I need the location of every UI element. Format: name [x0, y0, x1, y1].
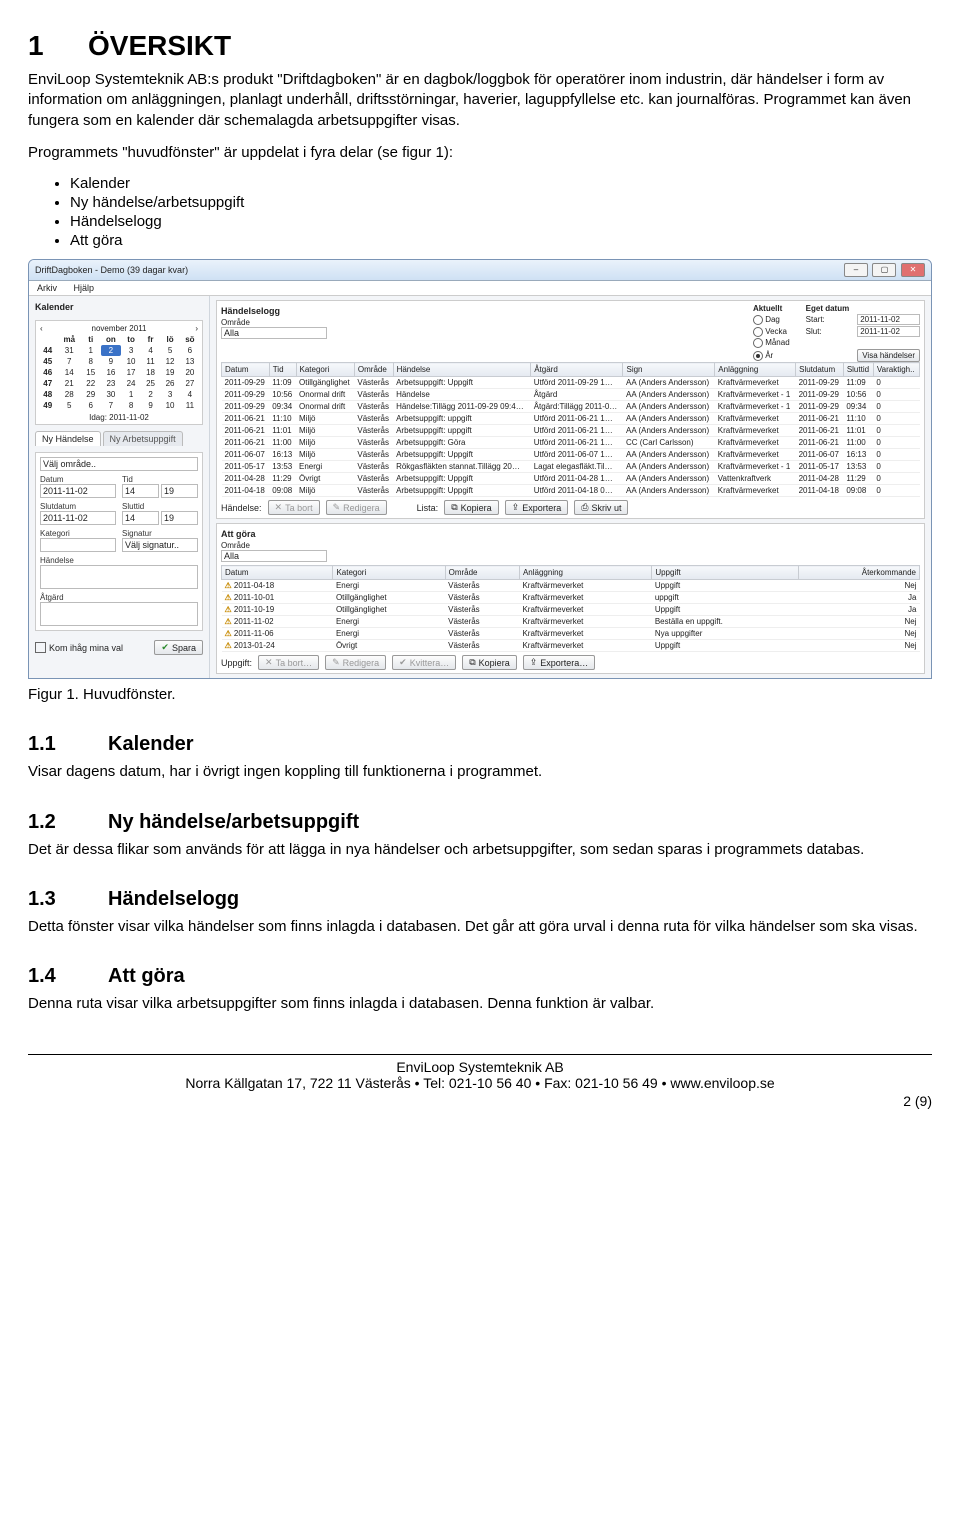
datum-input[interactable]: 2011-11-02 — [40, 484, 116, 498]
tab-ny-arbetsuppgift[interactable]: Ny Arbetsuppgift — [103, 431, 183, 446]
hl-omrade-label: Område — [221, 318, 327, 327]
s14-heading: 1.4Att göra — [28, 965, 932, 988]
maximize-button[interactable]: ▢ — [872, 263, 896, 277]
tid-h-input[interactable]: 14 — [122, 484, 159, 498]
attgora-panel: Att göra Område Alla DatumKategoriOmråde… — [216, 523, 925, 674]
signatur-select[interactable]: Välj signatur.. — [122, 538, 198, 552]
table-row[interactable]: 2011-06-2111:01MiljöVästeråsArbetsuppgif… — [222, 425, 920, 437]
sluttid-h-input[interactable]: 14 — [122, 511, 159, 525]
hl-table[interactable]: DatumTidKategoriOmrådeHändelseÅtgärdSign… — [221, 362, 920, 497]
hl-exportera-button[interactable]: ⇪ Exportera — [505, 500, 569, 515]
hl-tabort-button[interactable]: ✕ Ta bort — [268, 500, 320, 515]
hl-title: Händelselogg — [221, 306, 327, 316]
minimize-button[interactable]: – — [844, 263, 868, 277]
spara-button[interactable]: ✔Spara — [154, 640, 203, 655]
hl-kopiera-button[interactable]: ⧉ Kopiera — [444, 500, 498, 515]
valj-omrade-select[interactable]: Välj område.. — [40, 457, 198, 471]
cal-prev-icon[interactable]: ‹ — [40, 324, 43, 333]
s14-body: Denna ruta visar vilka arbetsuppgifter s… — [28, 994, 932, 1014]
page-number: 2 (9) — [28, 1093, 932, 1109]
table-row[interactable]: 2011-06-2111:10MiljöVästeråsArbetsuppgif… — [222, 413, 920, 425]
menubar: Arkiv Hjälp — [29, 281, 931, 296]
s12-body: Det är dessa flikar som används för att … — [28, 840, 932, 860]
tabs: Ny Händelse Ny Arbetsuppgift — [35, 431, 203, 446]
ag-kvittera-button[interactable]: ✔ Kvittera… — [392, 655, 456, 670]
footer-rule — [28, 1054, 932, 1055]
close-button[interactable]: ✕ — [901, 263, 925, 277]
ag-table[interactable]: DatumKategoriOmrådeAnläggningUppgiftÅter… — [221, 565, 920, 652]
hl-redigera-button[interactable]: ✎ Redigera — [326, 500, 387, 515]
s11-heading: 1.1Kalender — [28, 733, 932, 756]
footer: EnviLoop Systemteknik AB Norra Källgatan… — [28, 1059, 932, 1091]
atgard-label: Åtgärd — [40, 593, 64, 602]
table-row[interactable]: ⚠ 2011-10-19OtillgänglighetVästeråsKraft… — [222, 604, 920, 616]
aktuellt-box: Aktuellt Eget datum Dag Start:2011-11-02… — [753, 304, 920, 362]
sluttid-label: Sluttid — [122, 502, 144, 511]
sluttid-m-input[interactable]: 19 — [161, 511, 198, 525]
slutdatum-label: Slutdatum — [40, 502, 76, 511]
kom-ihag-checkbox[interactable]: Kom ihåg mina val — [35, 642, 123, 653]
figure-caption: Figur 1. Huvudfönster. — [28, 685, 932, 705]
cal-month: november 2011 — [92, 324, 147, 333]
ag-exportera-button[interactable]: ⇪ Exportera… — [523, 655, 596, 670]
menu-arkiv[interactable]: Arkiv — [37, 283, 57, 293]
window-title: DriftDagboken - Demo (39 dagar kvar) — [35, 265, 188, 275]
table-row[interactable]: 2011-06-0716:13MiljöVästeråsArbetsuppgif… — [222, 449, 920, 461]
table-row[interactable]: ⚠ 2011-10-01OtillgänglighetVästeråsKraft… — [222, 592, 920, 604]
section-heading: 1ÖVERSIKT — [28, 30, 932, 62]
app-window: DriftDagboken - Demo (39 dagar kvar) – ▢… — [28, 259, 932, 679]
hl-skrivut-button[interactable]: ⎙ Skriv ut — [574, 500, 628, 515]
calendar[interactable]: ‹ november 2011 › måtiontofrlösö44311234… — [35, 320, 203, 425]
menu-hjalp[interactable]: Hjälp — [74, 283, 95, 293]
cal-next-icon[interactable]: › — [195, 324, 198, 333]
ag-omrade-label: Område — [221, 541, 920, 550]
tid-label: Tid — [122, 475, 133, 484]
table-row[interactable]: ⚠ 2011-11-02EnergiVästeråsKraftvärmeverk… — [222, 616, 920, 628]
ar-radio[interactable] — [753, 351, 763, 361]
table-row[interactable]: 2011-06-2111:00MiljöVästeråsArbetsuppgif… — [222, 437, 920, 449]
ag-title: Att göra — [221, 529, 920, 539]
intro-para-2: Programmets "huvudfönster" är uppdelat i… — [28, 143, 932, 163]
kategori-label: Kategori — [40, 529, 70, 538]
table-row[interactable]: 2011-04-1809:08MiljöVästeråsArbetsuppgif… — [222, 485, 920, 497]
intro-para-1: EnviLoop Systemteknik AB:s produkt "Drif… — [28, 70, 932, 131]
table-row[interactable]: 2011-09-2909:34Onormal driftVästeråsHänd… — [222, 401, 920, 413]
calendar-grid[interactable]: måtiontofrlösö44311234564578910111213461… — [38, 334, 200, 411]
datum-label: Datum — [40, 475, 64, 484]
window-buttons: – ▢ ✕ — [842, 263, 925, 277]
table-row[interactable]: 2011-09-2910:56Onormal driftVästeråsHänd… — [222, 389, 920, 401]
ag-tabort-button[interactable]: ✕ Ta bort… — [258, 655, 319, 670]
s13-heading: 1.3Händelselogg — [28, 888, 932, 911]
table-row[interactable]: ⚠ 2011-11-06EnergiVästeråsKraftvärmeverk… — [222, 628, 920, 640]
table-row[interactable]: ⚠ 2011-04-18EnergiVästeråsKraftvärmeverk… — [222, 580, 920, 592]
handelselogg-panel: Händelselogg Område Alla Aktuellt Eget d… — [216, 300, 925, 519]
hl-omrade-select[interactable]: Alla — [221, 327, 327, 339]
table-row[interactable]: ⚠ 2013-01-24ÖvrigtVästeråsKraftvärmeverk… — [222, 640, 920, 652]
kalender-title: Kalender — [35, 302, 203, 312]
s13-body: Detta fönster visar vilka händelser som … — [28, 917, 932, 937]
s12-heading: 1.2Ny händelse/arbetsuppgift — [28, 811, 932, 834]
table-row[interactable]: 2011-05-1713:53EnergiVästeråsRökgasfläkt… — [222, 461, 920, 473]
handelse-textarea[interactable] — [40, 565, 198, 589]
ag-omrade-select[interactable]: Alla — [221, 550, 327, 562]
table-row[interactable]: 2011-04-2811:29ÖvrigtVästeråsArbetsuppgi… — [222, 473, 920, 485]
table-row[interactable]: 2011-09-2911:09OtillgänglighetVästeråsAr… — [222, 377, 920, 389]
tab-ny-handelse[interactable]: Ny Händelse — [35, 431, 101, 446]
cal-today[interactable]: Idag: 2011-11-02 — [38, 411, 200, 422]
s11-body: Visar dagens datum, har i övrigt ingen k… — [28, 762, 932, 782]
tid-m-input[interactable]: 19 — [161, 484, 198, 498]
kategori-select[interactable] — [40, 538, 116, 552]
ny-handelse-form: Välj område.. Datum2011-11-02 Tid1419 Sl… — [35, 452, 203, 631]
bullet-list: Kalender Ny händelse/arbetsuppgift Hände… — [70, 175, 932, 249]
handelse-label: Händelse — [40, 556, 74, 565]
visa-handelser-button[interactable]: Visa händelser — [857, 349, 920, 362]
slutdatum-input[interactable]: 2011-11-02 — [40, 511, 116, 525]
ag-kopiera-button[interactable]: ⧉ Kopiera — [462, 655, 516, 670]
slut-date-input[interactable]: 2011-11-02 — [857, 326, 920, 337]
start-date-input[interactable]: 2011-11-02 — [857, 314, 920, 325]
titlebar: DriftDagboken - Demo (39 dagar kvar) – ▢… — [29, 260, 931, 281]
atgard-textarea[interactable] — [40, 602, 198, 626]
ag-redigera-button[interactable]: ✎ Redigera — [325, 655, 386, 670]
signatur-label: Signatur — [122, 529, 152, 538]
